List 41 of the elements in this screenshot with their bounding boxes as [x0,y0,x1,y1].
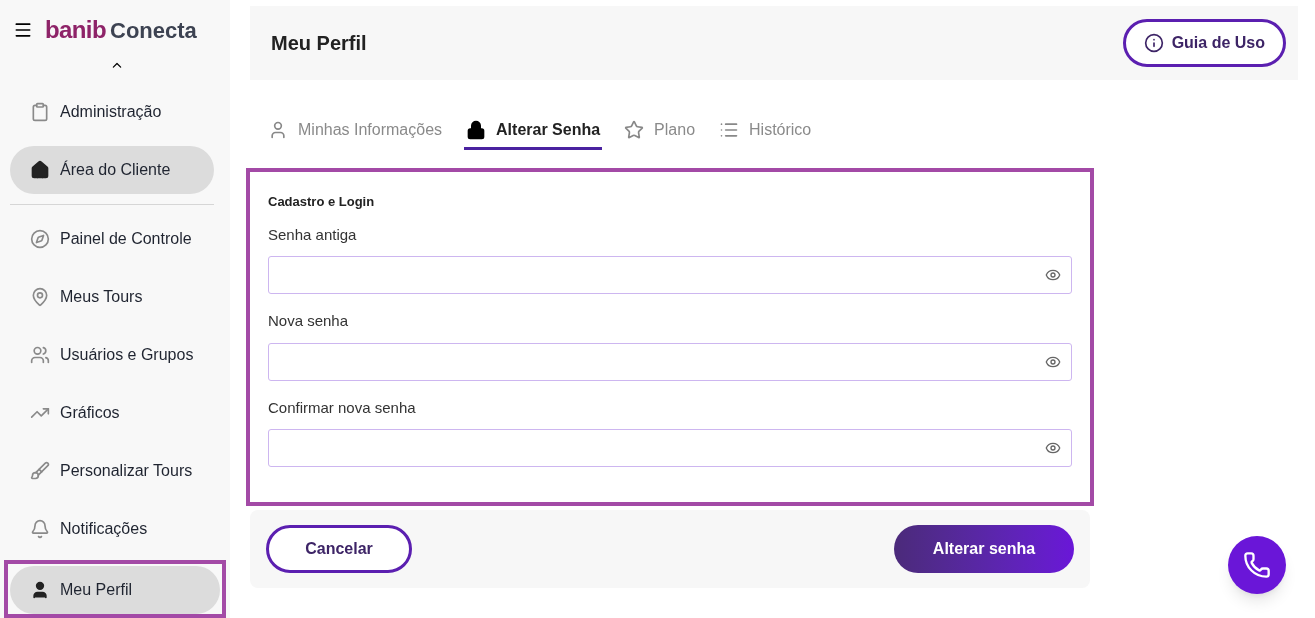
sidebar-item[interactable]: Meu Perfil [10,566,220,614]
eye-icon[interactable] [1045,440,1061,456]
item-icon [30,160,50,181]
logo-text: Conecta [110,20,197,43]
field-label: Nova senha [268,311,350,331]
sidebar-item[interactable]: Notificações [10,505,214,553]
section-title: Cadastro e Login [268,193,376,211]
field-label: Senha antiga [268,224,358,245]
eye-icon[interactable] [1045,267,1061,283]
sidebar-item[interactable]: Personalizar Tours [10,447,214,495]
change-password-button[interactable]: Alterar senha [894,525,1074,573]
tab-icon [268,119,288,140]
whatsapp-button[interactable] [1228,536,1286,594]
password-field[interactable] [268,429,1072,467]
sidebar-item[interactable]: Meus Tours [10,273,214,321]
field-label: Confirmar nova senha [268,397,417,418]
item-icon [30,580,50,600]
sidebar-item[interactable]: Gráficos [10,389,214,437]
tab[interactable]: Minhas Informações [266,112,445,150]
sidebar-item[interactable]: Área do Cliente [10,146,214,195]
page-title: Meu Perfil [271,31,367,56]
item-icon [30,345,50,365]
cancel-button[interactable]: Cancelar [266,525,412,573]
sidebar-item[interactable]: Painel de Controle [10,215,214,263]
tab[interactable]: Histórico [717,112,814,150]
item-icon [30,102,50,123]
info-icon [1143,33,1164,53]
item-icon [30,287,50,307]
guide-button[interactable]: Guia de Uso [1122,19,1286,67]
item-icon [30,229,50,249]
phone-icon [1243,551,1271,579]
sidebar-item[interactable]: Administração [10,88,214,137]
tab[interactable]: Alterar Senha [464,112,603,150]
sidebar-item[interactable]: Usuários e Grupos [10,331,214,379]
logo-mark: banib [45,18,106,43]
password-field[interactable] [268,256,1072,294]
item-icon [30,461,50,481]
password-field[interactable] [268,342,1072,381]
tab-icon [466,119,487,140]
tab-icon [624,119,645,140]
item-icon [30,519,50,539]
